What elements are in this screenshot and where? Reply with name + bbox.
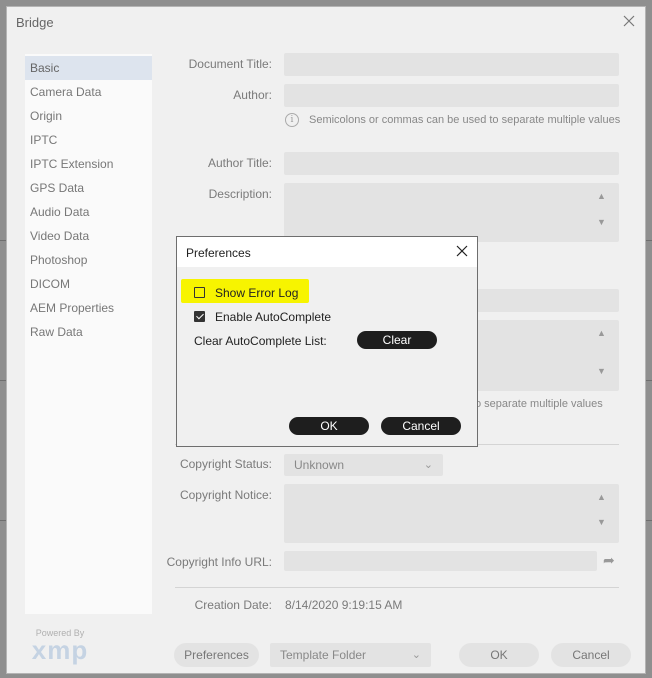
template-folder-label: Template Folder [280, 648, 367, 662]
chevron-down-icon: ⌄ [423, 459, 433, 471]
scroll-up-icon[interactable]: ▲ [597, 192, 606, 201]
chevron-down-icon: ⌄ [411, 649, 421, 661]
sidebar: Basic Camera Data Origin IPTC IPTC Exten… [25, 54, 152, 614]
share-arrow-icon[interactable]: ➦ [603, 552, 615, 569]
sidebar-item-audio-data[interactable]: Audio Data [25, 200, 152, 224]
ok-button[interactable]: OK [459, 643, 539, 667]
clear-button[interactable]: Clear [357, 331, 437, 349]
close-icon[interactable] [455, 244, 469, 258]
background-line [646, 240, 652, 241]
enable-autocomplete-checkbox[interactable] [194, 311, 205, 322]
enable-autocomplete-label: Enable AutoComplete [215, 310, 332, 324]
copyright-url-label: Copyright Info URL: [166, 555, 272, 569]
close-icon[interactable] [621, 13, 637, 29]
show-error-log-checkbox[interactable] [194, 287, 205, 298]
sidebar-item-photoshop[interactable]: Photoshop [25, 248, 152, 272]
dialog-ok-button[interactable]: OK [289, 417, 369, 435]
document-title-field[interactable] [284, 53, 619, 76]
creation-date-value: 8/14/2020 9:19:15 AM [285, 598, 403, 612]
creation-date-label: Creation Date: [194, 598, 272, 612]
sidebar-item-camera-data[interactable]: Camera Data [25, 80, 152, 104]
separator-hint-partial: o separate multiple values [475, 398, 603, 410]
sidebar-item-aem-properties[interactable]: AEM Properties [25, 296, 152, 320]
copyright-status-value: Unknown [294, 458, 345, 472]
author-title-label: Author Title: [207, 156, 272, 170]
show-error-log-label: Show Error Log [215, 286, 299, 300]
scroll-up-icon[interactable]: ▲ [597, 329, 606, 338]
separator-hint: Semicolons or commas can be used to sepa… [309, 114, 621, 126]
window-title: Bridge [16, 15, 54, 30]
scroll-down-icon[interactable]: ▼ [597, 518, 606, 527]
scroll-down-icon[interactable]: ▼ [597, 218, 606, 227]
dialog-cancel-button[interactable]: Cancel [381, 417, 461, 435]
preferences-button[interactable]: Preferences [174, 643, 259, 667]
sidebar-item-raw-data[interactable]: Raw Data [25, 320, 152, 344]
copyright-status-label: Copyright Status: [179, 457, 272, 471]
clear-autocomplete-label: Clear AutoComplete List: [194, 334, 327, 348]
sidebar-item-origin[interactable]: Origin [25, 104, 152, 128]
sidebar-item-basic[interactable]: Basic [25, 56, 152, 80]
sidebar-item-dicom[interactable]: DICOM [25, 272, 152, 296]
xmp-logo: Powered By xmp [25, 628, 95, 665]
cancel-button[interactable]: Cancel [551, 643, 631, 667]
author-field[interactable] [284, 84, 619, 107]
copyright-status-dropdown[interactable]: Unknown ⌄ [284, 454, 443, 476]
dialog-header: Preferences [177, 237, 477, 267]
author-label: Author: [233, 88, 272, 102]
template-folder-dropdown[interactable]: Template Folder ⌄ [270, 643, 431, 667]
document-title-label: Document Title: [188, 57, 272, 71]
copyright-url-field[interactable] [284, 551, 597, 571]
sidebar-item-video-data[interactable]: Video Data [25, 224, 152, 248]
author-title-field[interactable] [284, 152, 619, 175]
description-label: Description: [208, 187, 272, 201]
copyright-notice-field[interactable] [284, 484, 619, 543]
sidebar-item-iptc[interactable]: IPTC [25, 128, 152, 152]
description-field[interactable] [284, 183, 619, 242]
background-line [646, 380, 652, 381]
scroll-down-icon[interactable]: ▼ [597, 367, 606, 376]
copyright-notice-label: Copyright Notice: [179, 488, 272, 502]
divider [175, 587, 619, 588]
background-line [646, 520, 652, 521]
info-icon: i [285, 113, 299, 127]
dialog-body: Show Error Log Enable AutoComplete Clear… [177, 267, 477, 446]
dialog-title: Preferences [186, 246, 251, 260]
scroll-up-icon[interactable]: ▲ [597, 493, 606, 502]
sidebar-item-iptc-extension[interactable]: IPTC Extension [25, 152, 152, 176]
sidebar-item-gps-data[interactable]: GPS Data [25, 176, 152, 200]
preferences-dialog: Preferences Show Error Log Enable AutoCo… [176, 236, 478, 447]
xmp-wordmark: xmp [31, 635, 89, 665]
